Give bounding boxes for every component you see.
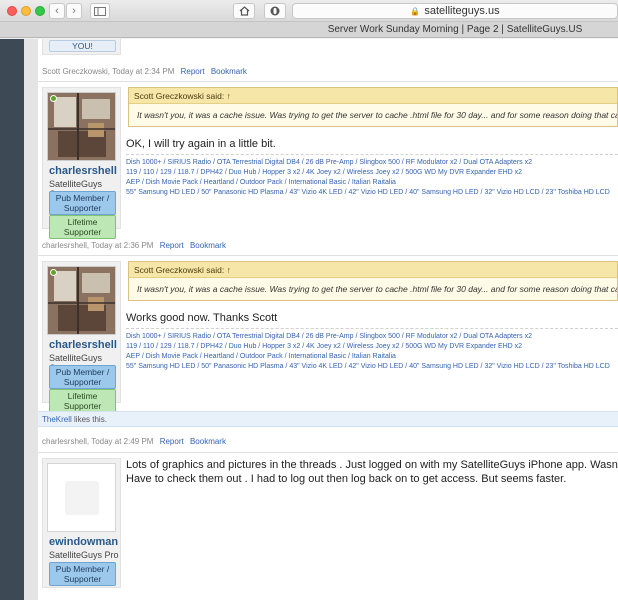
home-icon [239,6,249,16]
post-author-time: charlesrshell, Today at 2:36 PM [42,241,154,250]
quote-text: It wasn't you, it was a cache issue. Was… [137,284,617,294]
user-title: SatelliteGuys Pro [49,550,119,560]
post-author-time: Scott Greczkowski, Today at 2:34 PM [42,67,175,76]
message-row: ewindowman SatelliteGuys Pro Pub Member … [38,452,618,600]
signature-line: AEP / Dish Movie Pack / Heartland / Outd… [126,353,396,360]
tab-bar: Server Work Sunday Morning | Page 2 | Sa… [0,22,618,38]
sidebar-icon [94,6,106,16]
liker-link[interactable]: TheKrell [42,415,72,424]
page-gutter [24,39,38,239]
username-link[interactable]: charlesrshell [49,165,117,177]
browser-toolbar: ‹ › 🔒 satelliteguys.us [0,0,618,22]
avatar-image [48,267,115,334]
bookmark-link[interactable]: Bookmark [211,67,247,76]
post-meta: charlesrshell, Today at 2:36 PM Report B… [42,241,226,250]
page-gutter [24,239,38,600]
post-meta: charlesrshell, Today at 2:49 PM Report B… [42,437,226,446]
signature-divider [126,328,618,329]
back-button[interactable]: ‹ [49,3,65,19]
chevron-right-icon: › [72,5,76,17]
message-row: charlesrshell SatelliteGuys Crazy Pub Me… [38,81,618,241]
thread-posts: YOU! Scott Greczkowski, Today at 2:34 PM… [38,39,618,600]
post-meta: Scott Greczkowski, Today at 2:34 PM Repo… [42,67,247,76]
signature-line: 119 / 110 / 129 / 118.7 / DPH42 / Duo Hu… [126,169,523,176]
bookmark-link[interactable]: Bookmark [190,437,226,446]
page-content: YOU! Scott Greczkowski, Today at 2:34 PM… [24,39,618,600]
lock-icon: 🔒 [410,6,421,16]
quote-block: Scott Greczkowski said: ↑ It wasn't you,… [128,87,618,127]
likes-text: likes this. [71,415,107,424]
user-panel: ewindowman SatelliteGuys Pro Pub Member … [42,458,121,588]
online-indicator [50,269,57,276]
signature-line: Dish 1000+ / SIRIUS Radio / OTA Terrestr… [126,333,532,340]
message-row: charlesrshell SatelliteGuys Crazy Pub Me… [38,255,618,413]
minimize-window-button[interactable] [21,6,31,16]
avatar[interactable] [47,266,116,335]
message-body-line: Have to check them out . I had to log ou… [126,473,567,485]
zoom-window-button[interactable] [35,6,45,16]
username-link[interactable]: charlesrshell [49,339,117,351]
report-link[interactable]: Report [160,241,184,250]
signature-line: AEP / Dish Movie Pack / Heartland / Outd… [126,179,396,186]
supporter-badge: Pub Member / Supporter [49,365,116,389]
avatar[interactable] [47,463,116,532]
quote-attribution[interactable]: Scott Greczkowski said: ↑ [129,262,617,278]
username-link[interactable]: ewindowman [49,536,118,548]
you-badge: YOU! [49,40,116,52]
close-window-button[interactable] [7,6,17,16]
likes-bar: TheKrell likes this. [38,411,618,427]
supporter-badge: Pub Member / Supporter [49,562,116,586]
message-body-line: Lots of graphics and pictures in the thr… [126,459,618,471]
lifetime-badge: Lifetime Supporter [49,215,116,239]
signature-line: Dish 1000+ / SIRIUS Radio / OTA Terrestr… [126,159,532,166]
user-panel: charlesrshell SatelliteGuys Crazy Pub Me… [42,87,121,239]
sidebar-toggle-button[interactable] [90,3,110,19]
forward-button[interactable]: › [66,3,82,19]
extension-icon [270,6,280,16]
address-bar[interactable]: 🔒 satelliteguys.us [292,3,618,19]
avatar-image [48,93,115,160]
report-link[interactable]: Report [181,67,205,76]
user-panel: YOU! [42,39,121,55]
chevron-left-icon: ‹ [55,5,59,17]
tab-title[interactable]: Server Work Sunday Morning | Page 2 | Sa… [292,24,618,35]
home-button[interactable] [233,3,255,19]
bookmark-link[interactable]: Bookmark [190,241,226,250]
post-author-time: charlesrshell, Today at 2:49 PM [42,437,154,446]
quote-text: It wasn't you, it was a cache issue. Was… [137,110,617,120]
page-left-sidebar [0,39,24,600]
online-indicator [50,95,57,102]
signature-line: 119 / 110 / 129 / 118.7 / DPH42 / Duo Hu… [126,343,523,350]
report-link[interactable]: Report [160,437,184,446]
message-body: OK, I will try again in a little bit. [126,138,276,150]
url-text: satelliteguys.us [424,5,500,17]
signature-divider [126,154,618,155]
signature-line: 55" Samsung HD LED / 50" Panasonic HD Pl… [126,189,610,196]
lifetime-badge: Lifetime Supporter [49,389,116,413]
supporter-badge: Pub Member / Supporter [49,191,116,215]
quote-attribution[interactable]: Scott Greczkowski said: ↑ [129,88,617,104]
extension-button[interactable] [264,3,286,19]
message-body: Works good now. Thanks Scott [126,312,278,324]
signature-line: 55" Samsung HD LED / 50" Panasonic HD Pl… [126,363,610,370]
quote-block: Scott Greczkowski said: ↑ It wasn't you,… [128,261,618,301]
avatar[interactable] [47,92,116,161]
default-avatar-icon [65,481,99,515]
user-panel: charlesrshell SatelliteGuys Crazy Pub Me… [42,261,121,413]
